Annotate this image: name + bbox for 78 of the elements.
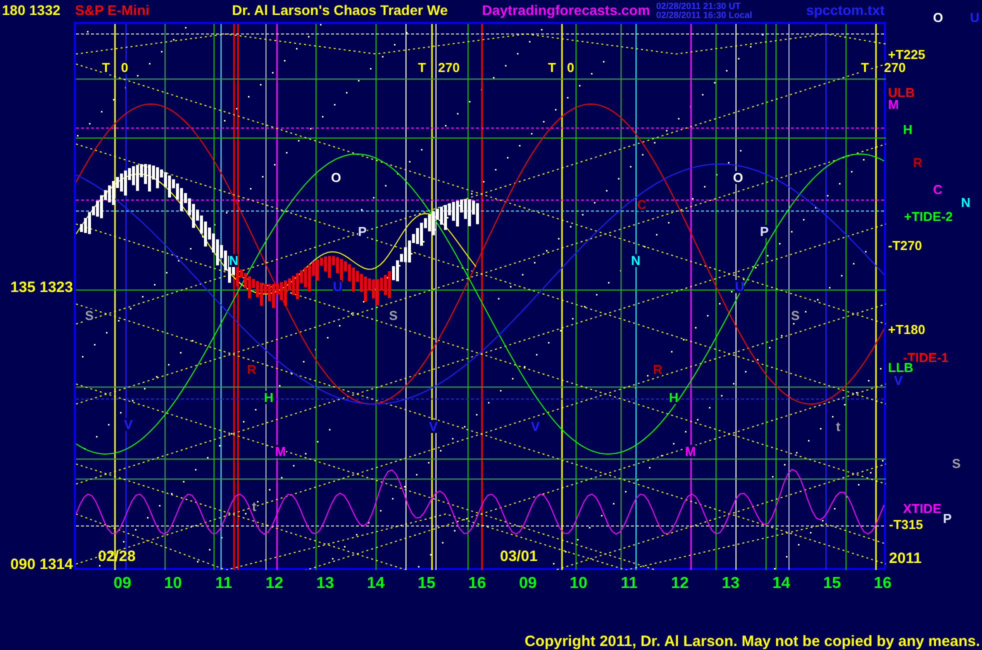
chart-marker-label: t (252, 500, 256, 513)
chart-marker-label: H (669, 391, 678, 404)
chart-marker-label: T (418, 61, 426, 74)
chart-marker-label: R (247, 363, 256, 376)
chart-marker-label: S (85, 309, 94, 322)
year-label: 2011 (889, 551, 922, 566)
chart-marker-label: T (102, 61, 110, 74)
chart-marker-label: M (685, 445, 696, 458)
chart-marker-label: LLB (888, 361, 914, 374)
hour-label: 15 (822, 576, 842, 592)
hour-label: 13 (720, 576, 740, 592)
site-name: Daytradingforecasts.com (482, 2, 650, 18)
hour-label: 12 (264, 576, 284, 592)
chart-marker-label: +T180 (888, 323, 926, 336)
timestamp: 02/28/2011 16:30 Local (656, 11, 754, 20)
chart-marker-label: C (637, 198, 646, 211)
chart-marker-label: S (389, 309, 398, 322)
chart-marker-label: 270 (438, 61, 460, 74)
chart-marker-label: O (331, 171, 342, 184)
chart-marker-label: R (653, 363, 662, 376)
chart-marker-label: V (429, 420, 438, 433)
chart-marker-label: N (631, 254, 640, 267)
chart-marker-label: +TIDE-2 (904, 210, 953, 223)
chart-marker-label: V (894, 374, 903, 387)
hour-label: 14 (366, 576, 386, 592)
chart-marker-label: 0 (121, 61, 128, 74)
chart-marker-label: S (952, 457, 961, 470)
chart-marker-label: H (903, 123, 912, 136)
hour-label: 09 (518, 576, 538, 592)
hour-label: 15 (416, 576, 436, 592)
chart-marker-label: P (760, 225, 769, 238)
chart-marker-label: H (264, 391, 274, 404)
chart-marker-label: R (913, 156, 922, 169)
copyright-notice: Copyright 2011, Dr. Al Larson. May not be copied by any means. (524, 634, 980, 649)
hour-label: 16 (467, 576, 488, 592)
file-name: spcctom.txt (806, 2, 885, 18)
chart-marker-label: C (933, 183, 942, 196)
chart-marker-label: -T315 (889, 518, 923, 531)
scale-label: 180 1332 (2, 2, 62, 18)
hour-label: 11 (214, 576, 234, 592)
chart-marker-label: P (358, 225, 367, 238)
chart-marker-label: XTIDE (903, 502, 942, 515)
chart-marker-label: P (943, 512, 952, 525)
axis-label: 090 1314 (10, 557, 73, 572)
hour-label: 11 (620, 576, 639, 592)
chart-marker-label: T (861, 61, 869, 74)
axis-label: 135 1323 (10, 280, 73, 295)
chart-marker-label: N (961, 196, 970, 209)
chart-marker-label: 270 (884, 61, 906, 74)
hour-label: 09 (112, 576, 132, 592)
chart-marker-label: U (333, 280, 342, 293)
hour-label: 12 (670, 576, 690, 592)
chart-marker-label: 0 (567, 61, 574, 74)
timestamp: 02/28/2011 21:30 UT (656, 2, 742, 11)
chart-marker-label: M (888, 98, 899, 111)
chart-marker-label: ULB (888, 86, 915, 99)
chart-marker-label: O (733, 171, 744, 184)
chart-marker-label: S (791, 309, 800, 322)
chart-marker-label: V (124, 418, 133, 431)
chart-marker-label: U (735, 280, 744, 293)
chart-marker-label: +T225 (888, 48, 926, 61)
chart-marker-label: T (548, 61, 556, 74)
chart-marker-label: V (531, 420, 540, 433)
chart-marker-label: t (836, 420, 840, 433)
hour-label: 10 (163, 576, 183, 592)
chart-marker-label: -T270 (888, 239, 922, 252)
chart-marker-label: M (275, 445, 286, 458)
chart-marker-label: N (229, 254, 238, 267)
chart-marker-label: -TIDE-1 (903, 351, 948, 364)
chart-marker-label: U (970, 11, 980, 24)
chart-title: Dr. Al Larson's Chaos Trader We (232, 2, 449, 18)
date-label: 03/01 (500, 549, 538, 564)
hour-label: 13 (315, 576, 335, 592)
chart-marker-label: O (933, 11, 944, 24)
symbol-title: S&P E-Mini (75, 2, 150, 18)
hour-label: 16 (872, 576, 893, 592)
hour-label: 10 (568, 576, 588, 592)
hour-label: 14 (771, 576, 792, 592)
